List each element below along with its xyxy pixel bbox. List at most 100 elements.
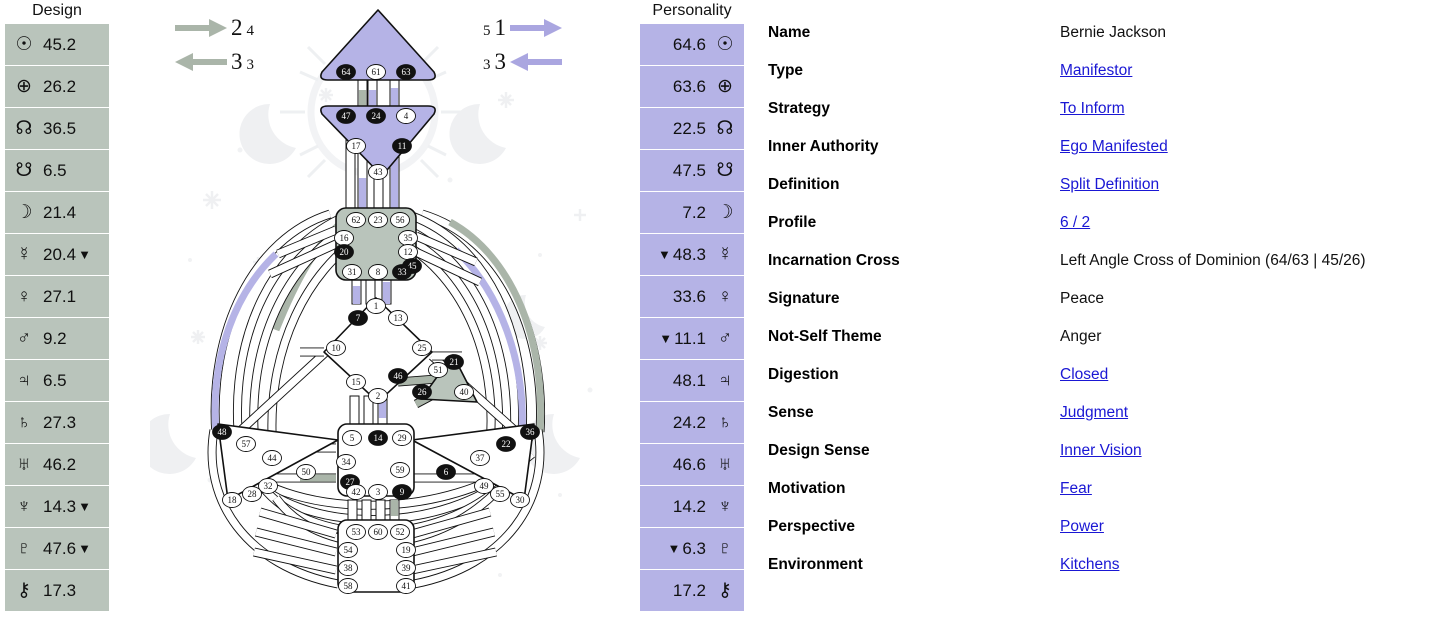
- gate-58[interactable]: 58: [338, 578, 358, 594]
- gate-1[interactable]: 1: [366, 298, 386, 314]
- gate-5[interactable]: 5: [342, 430, 362, 446]
- design-planet-row[interactable]: ♇ 47.6 ▼: [5, 528, 109, 569]
- personality-planet-row[interactable]: 14.2 ♆: [640, 486, 744, 527]
- gate-46[interactable]: 46: [388, 368, 408, 384]
- gate-18[interactable]: 18: [222, 492, 242, 508]
- gate-20[interactable]: 20: [334, 244, 354, 260]
- design-planet-row[interactable]: ⊕ 26.2: [5, 66, 109, 107]
- design-planet-row[interactable]: ☊ 36.5: [5, 108, 109, 149]
- gate-29[interactable]: 29: [392, 430, 412, 446]
- design-planet-row[interactable]: ☽ 21.4: [5, 192, 109, 233]
- gate-6[interactable]: 6: [436, 464, 456, 480]
- gate-57[interactable]: 57: [236, 436, 256, 452]
- property-value-link[interactable]: 6 / 2: [1060, 214, 1090, 232]
- gate-7[interactable]: 7: [348, 310, 368, 326]
- personality-planet-row[interactable]: 7.2 ☽: [640, 192, 744, 233]
- design-planet-row[interactable]: ⚷ 17.3: [5, 570, 109, 611]
- personality-planet-row[interactable]: 22.5 ☊: [640, 108, 744, 149]
- personality-planet-row[interactable]: 47.5 ☋: [640, 150, 744, 191]
- personality-planet-row[interactable]: ▼ 11.1 ♂: [640, 318, 744, 359]
- gate-35[interactable]: 35: [398, 230, 418, 246]
- gate-19[interactable]: 19: [396, 542, 416, 558]
- personality-planet-row[interactable]: 33.6 ♀: [640, 276, 744, 317]
- gate-56[interactable]: 56: [390, 212, 410, 228]
- personality-planet-row[interactable]: 17.2 ⚷: [640, 570, 744, 611]
- gate-55[interactable]: 55: [490, 486, 510, 502]
- property-value-link[interactable]: Power: [1060, 518, 1104, 536]
- gate-10[interactable]: 10: [326, 340, 346, 356]
- gate-4[interactable]: 4: [396, 108, 416, 124]
- gate-12[interactable]: 12: [398, 244, 418, 260]
- gate-28[interactable]: 28: [242, 486, 262, 502]
- gate-23[interactable]: 23: [368, 212, 388, 228]
- design-planet-row[interactable]: ♄ 27.3: [5, 402, 109, 443]
- gate-13[interactable]: 13: [388, 310, 408, 326]
- gate-38[interactable]: 38: [338, 560, 358, 576]
- gate-2[interactable]: 2: [368, 388, 388, 404]
- gate-31[interactable]: 31: [342, 264, 362, 280]
- gate-number: 37: [476, 453, 486, 463]
- personality-planet-row[interactable]: 64.6 ☉: [640, 24, 744, 65]
- gate-14[interactable]: 14: [368, 430, 388, 446]
- design-planet-row[interactable]: ♀ 27.1: [5, 276, 109, 317]
- property-value-link[interactable]: Fear: [1060, 480, 1092, 498]
- gate-11[interactable]: 11: [392, 138, 412, 154]
- property-value-link[interactable]: Ego Manifested: [1060, 138, 1168, 156]
- gate-63[interactable]: 63: [396, 64, 416, 80]
- gate-25[interactable]: 25: [412, 340, 432, 356]
- design-planet-row[interactable]: ☿ 20.4 ▼: [5, 234, 109, 275]
- gate-37[interactable]: 37: [470, 450, 490, 466]
- personality-planet-row[interactable]: ▼ 48.3 ☿: [640, 234, 744, 275]
- gate-54[interactable]: 54: [338, 542, 358, 558]
- gate-3[interactable]: 3: [368, 484, 388, 500]
- gate-33[interactable]: 33: [392, 264, 412, 280]
- property-value-link[interactable]: Manifestor: [1060, 62, 1132, 80]
- design-planet-row[interactable]: ☋ 6.5: [5, 150, 109, 191]
- gate-64[interactable]: 64: [336, 64, 356, 80]
- property-row: Signature Peace: [768, 290, 1456, 328]
- gate-61[interactable]: 61: [366, 64, 386, 80]
- personality-planet-row[interactable]: 46.6 ♅: [640, 444, 744, 485]
- gate-60[interactable]: 60: [368, 524, 388, 540]
- gate-39[interactable]: 39: [396, 560, 416, 576]
- design-planet-row[interactable]: ♆ 14.3 ▼: [5, 486, 109, 527]
- property-value-link[interactable]: To Inform: [1060, 100, 1125, 118]
- property-value-link[interactable]: Kitchens: [1060, 556, 1119, 574]
- design-planet-row[interactable]: ♃ 6.5: [5, 360, 109, 401]
- personality-planet-row[interactable]: 24.2 ♄: [640, 402, 744, 443]
- gate-48[interactable]: 48: [212, 424, 232, 440]
- gate-50[interactable]: 50: [296, 464, 316, 480]
- gate-51[interactable]: 51: [428, 362, 448, 378]
- gate-43[interactable]: 43: [368, 164, 388, 180]
- gate-53[interactable]: 53: [346, 524, 366, 540]
- property-value-link[interactable]: Closed: [1060, 366, 1108, 384]
- gate-26[interactable]: 26: [412, 384, 432, 400]
- gate-52[interactable]: 52: [390, 524, 410, 540]
- gate-40[interactable]: 40: [454, 384, 474, 400]
- personality-planet-row[interactable]: 63.6 ⊕: [640, 66, 744, 107]
- gate-41[interactable]: 41: [396, 578, 416, 594]
- personality-planet-row[interactable]: 48.1 ♃: [640, 360, 744, 401]
- property-value-link[interactable]: Judgment: [1060, 404, 1128, 422]
- gate-47[interactable]: 47: [336, 108, 356, 124]
- gate-8[interactable]: 8: [368, 264, 388, 280]
- gate-62[interactable]: 62: [346, 212, 366, 228]
- design-planet-row[interactable]: ♂ 9.2: [5, 318, 109, 359]
- gate-15[interactable]: 15: [346, 374, 366, 390]
- gate-16[interactable]: 16: [334, 230, 354, 246]
- gate-44[interactable]: 44: [262, 450, 282, 466]
- property-value-link[interactable]: Split Definition: [1060, 176, 1159, 194]
- gate-22[interactable]: 22: [496, 436, 516, 452]
- gate-24[interactable]: 24: [366, 108, 386, 124]
- gate-9[interactable]: 9: [392, 484, 412, 500]
- gate-42[interactable]: 42: [346, 484, 366, 500]
- design-planet-row[interactable]: ☉ 45.2: [5, 24, 109, 65]
- gate-36[interactable]: 36: [520, 424, 540, 440]
- design-planet-row[interactable]: ♅ 46.2: [5, 444, 109, 485]
- property-value-link[interactable]: Inner Vision: [1060, 442, 1142, 460]
- personality-planet-row[interactable]: ▼ 6.3 ♇: [640, 528, 744, 569]
- gate-30[interactable]: 30: [510, 492, 530, 508]
- gate-59[interactable]: 59: [390, 462, 410, 478]
- gate-17[interactable]: 17: [346, 138, 366, 154]
- gate-34[interactable]: 34: [336, 454, 356, 470]
